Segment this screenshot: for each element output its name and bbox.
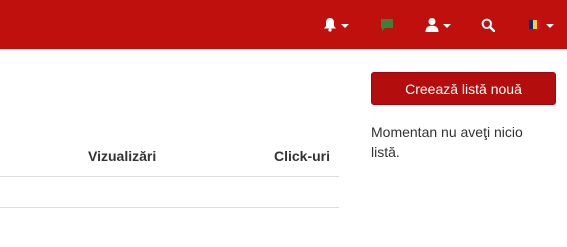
create-list-button[interactable]: Creează listă nouă [371,72,556,105]
column-header-clicks: Click-uri [274,148,331,164]
chevron-down-icon [443,23,451,28]
page: Vizualizări Click-uri Creează listă nouă… [0,0,567,247]
notifications-dropdown[interactable] [319,0,353,49]
top-navbar [0,0,567,49]
column-header-views: Vizualizări [88,148,157,164]
account-dropdown[interactable] [420,0,456,49]
messages-button[interactable] [376,0,398,49]
table-header-divider [0,176,339,177]
chat-icon [381,19,393,31]
user-icon [425,18,439,32]
chevron-down-icon [341,23,349,28]
search-icon [481,18,495,32]
table-row-divider [0,207,339,208]
romania-flag-icon [528,20,542,29]
search-button[interactable] [478,0,498,49]
flag-stripe-red [537,20,542,29]
bell-icon [324,18,336,32]
chevron-down-icon [545,23,554,28]
empty-list-message: Momentan nu aveţi nicio listă. [371,124,523,160]
language-dropdown[interactable] [523,0,559,49]
